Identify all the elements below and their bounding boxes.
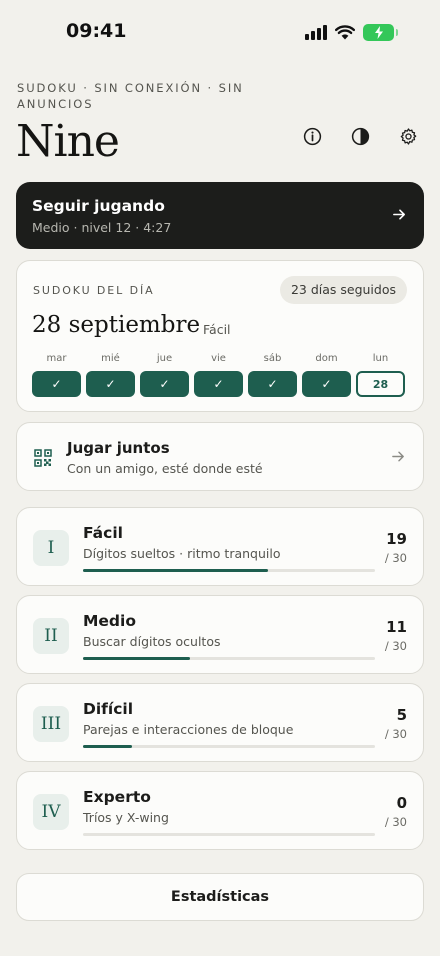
battery-icon [363, 24, 398, 41]
level-completed-count: 0 [396, 794, 407, 812]
day-dom: dom ✓ [302, 353, 351, 397]
qr-code-icon [34, 449, 52, 467]
level-completed-count: 5 [396, 706, 407, 724]
header-actions [302, 126, 418, 146]
cellular-signal-icon [305, 25, 327, 40]
theme-toggle-button[interactable] [350, 126, 370, 146]
level-name: Experto [83, 788, 151, 806]
level-progress-fill [83, 745, 132, 748]
status-icons [305, 24, 398, 41]
play-together-card[interactable]: Jugar juntos Con un amigo, esté donde es… [16, 422, 424, 491]
info-icon [303, 127, 321, 145]
level-description: Parejas e interacciones de bloque [83, 722, 294, 737]
level-card-medio[interactable]: II Medio Buscar dígitos ocultos 11 / 30 [16, 595, 424, 674]
week-strip: mar ✓ mié ✓ jue ✓ vie ✓ sáb ✓ dom ✓ lun … [32, 353, 405, 397]
play-together-subtitle: Con un amigo, esté donde esté [67, 461, 263, 476]
daily-date: 28 septiembre [32, 312, 201, 338]
day-completed-check[interactable]: ✓ [302, 371, 351, 397]
level-description: Tríos y X-wing [83, 810, 169, 825]
settings-button[interactable] [398, 126, 418, 146]
day-jue: jue ✓ [140, 353, 189, 397]
arrow-right-icon [393, 209, 405, 220]
level-numeral-badge: II [33, 618, 69, 654]
day-name: lun [372, 353, 389, 364]
gear-icon [400, 127, 416, 145]
day-lun: lun 28 [356, 353, 405, 397]
level-total: / 30 [384, 551, 407, 565]
statistics-button[interactable]: Estadísticas [16, 873, 424, 921]
level-numeral-badge: I [33, 530, 69, 566]
level-description: Buscar dígitos ocultos [83, 634, 221, 649]
day-completed-check[interactable]: ✓ [140, 371, 189, 397]
app-tagline: SUDOKU · SIN CONEXIÓN · SIN ANUNCIOS [17, 81, 244, 111]
level-progress-fill [83, 657, 191, 660]
level-numeral-badge: IV [33, 794, 69, 830]
level-card-dificil[interactable]: III Difícil Parejas e interacciones de b… [16, 683, 424, 762]
day-sab: sáb ✓ [248, 353, 297, 397]
status-time: 09:41 [66, 20, 127, 42]
level-progress-track [83, 833, 375, 836]
level-progress-track [83, 657, 375, 660]
level-card-facil[interactable]: I Fácil Dígitos sueltos · ritmo tranquil… [16, 507, 424, 586]
level-completed-count: 19 [386, 530, 407, 548]
day-name: mar [46, 353, 67, 364]
daily-sudoku-card[interactable]: SUDOKU DEL DÍA 23 días seguidos 28 septi… [16, 260, 424, 412]
day-mie: mié ✓ [86, 353, 135, 397]
day-mar: mar ✓ [32, 353, 81, 397]
level-name: Difícil [83, 700, 134, 718]
level-total: / 30 [384, 639, 407, 653]
wifi-icon [335, 25, 355, 40]
daily-label: SUDOKU DEL DÍA [33, 284, 155, 297]
level-name: Medio [83, 612, 136, 630]
day-name: sáb [263, 353, 282, 364]
continue-subtitle: Medio · nivel 12 · 4:27 [32, 220, 172, 235]
contrast-icon [351, 127, 369, 145]
streak-badge: 23 días seguidos [279, 276, 407, 304]
level-name: Fácil [83, 524, 123, 542]
level-total: / 30 [384, 815, 407, 829]
level-completed-count: 11 [386, 618, 407, 636]
charging-bolt-icon [374, 26, 383, 39]
status-bar: 09:41 [0, 0, 440, 64]
day-completed-check[interactable]: ✓ [194, 371, 243, 397]
today-date-box[interactable]: 28 [356, 371, 405, 397]
arrow-right-icon [392, 451, 404, 462]
day-name: mié [101, 353, 120, 364]
level-progress-fill [83, 569, 268, 572]
day-name: jue [156, 353, 173, 364]
day-completed-check[interactable]: ✓ [32, 371, 81, 397]
app-title: Nine [16, 116, 120, 167]
day-vie: vie ✓ [194, 353, 243, 397]
play-together-title: Jugar juntos [67, 439, 170, 457]
info-button[interactable] [302, 126, 322, 146]
level-progress-track [83, 569, 375, 572]
level-description: Dígitos sueltos · ritmo tranquilo [83, 546, 281, 561]
daily-difficulty: Fácil [203, 322, 231, 337]
day-completed-check[interactable]: ✓ [86, 371, 135, 397]
level-total: / 30 [384, 727, 407, 741]
level-numeral-badge: III [33, 706, 69, 742]
day-completed-check[interactable]: ✓ [248, 371, 297, 397]
continue-playing-card[interactable]: Seguir jugando Medio · nivel 12 · 4:27 [16, 182, 424, 249]
day-name: dom [315, 353, 338, 364]
level-progress-track [83, 745, 375, 748]
day-name: vie [211, 353, 226, 364]
level-card-experto[interactable]: IV Experto Tríos y X-wing 0 / 30 [16, 771, 424, 850]
continue-title: Seguir jugando [32, 197, 165, 215]
